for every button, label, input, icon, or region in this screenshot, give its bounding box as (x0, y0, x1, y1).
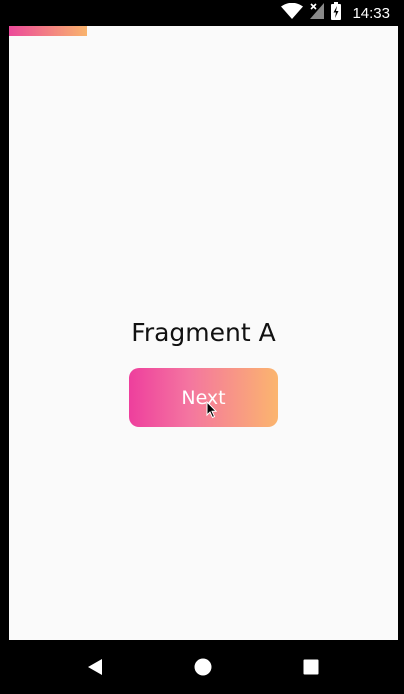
recents-button[interactable] (298, 654, 324, 680)
mouse-cursor-icon (206, 401, 218, 419)
status-time: 14:33 (352, 4, 390, 22)
fragment-title: Fragment A (131, 318, 276, 347)
app-screen: Fragment A Next (9, 26, 398, 640)
status-bar: 14:33 (0, 0, 404, 26)
signal-off-icon (310, 3, 325, 23)
wifi-icon (281, 2, 304, 23)
back-button[interactable] (82, 654, 108, 680)
phone-frame: 14:33 Fragment A Next (0, 0, 404, 694)
home-icon (194, 658, 212, 676)
back-icon (88, 659, 102, 675)
home-button[interactable] (190, 654, 216, 680)
next-button-label: Next (181, 386, 226, 409)
battery-charging-icon (331, 2, 342, 24)
status-icons: 14:33 (281, 0, 390, 26)
recents-icon (303, 659, 319, 675)
navigation-bar (0, 640, 404, 694)
progress-indicator (9, 26, 87, 36)
next-button[interactable]: Next (129, 368, 278, 427)
